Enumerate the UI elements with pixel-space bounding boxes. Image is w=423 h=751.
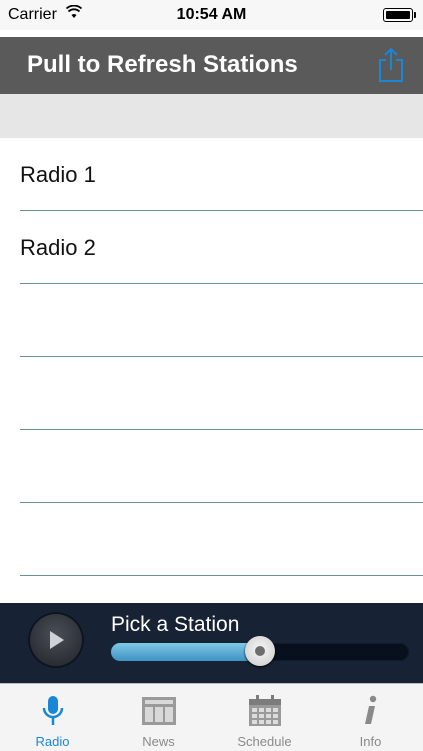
clock: 10:54 AM: [176, 6, 247, 23]
calendar-icon: [248, 695, 281, 726]
list-item[interactable]: Radio 1: [20, 138, 423, 211]
tab-label: Info: [359, 734, 382, 749]
tab-label: Schedule: [237, 734, 292, 749]
station-label: Radio 2: [20, 235, 96, 260]
newspaper-icon: [141, 697, 176, 725]
slider-fill: [111, 643, 260, 661]
page-title: Pull to Refresh Stations: [27, 51, 298, 78]
player-bar: Pick a Station: [0, 603, 423, 683]
share-icon[interactable]: [377, 47, 405, 83]
status-bar: Carrier 10:54 AM: [0, 0, 423, 30]
list-item[interactable]: [20, 284, 423, 357]
station-label: Radio 1: [20, 162, 96, 187]
play-button[interactable]: [28, 612, 84, 668]
tab-radio[interactable]: Radio: [0, 684, 105, 751]
tab-info[interactable]: Info: [318, 684, 423, 751]
station-list: Radio 1 Radio 2: [0, 138, 423, 603]
tab-label: News: [142, 734, 175, 749]
info-icon: [364, 695, 376, 724]
now-playing-label: Pick a Station: [111, 613, 240, 636]
list-item[interactable]: Radio 2: [20, 211, 423, 284]
tab-bar: Radio News Schedule Info: [0, 683, 423, 751]
refresh-area[interactable]: [0, 94, 423, 138]
tab-schedule[interactable]: Schedule: [212, 684, 317, 751]
tab-label: Radio: [35, 734, 70, 749]
microphone-icon: [42, 696, 63, 725]
battery-icon: [383, 8, 416, 22]
play-icon: [50, 631, 64, 649]
volume-slider[interactable]: [111, 636, 409, 666]
navigation-bar: Pull to Refresh Stations: [0, 37, 423, 94]
list-item[interactable]: [20, 357, 423, 430]
slider-knob[interactable]: [245, 636, 275, 666]
list-item[interactable]: [20, 430, 423, 503]
tab-news[interactable]: News: [106, 684, 211, 751]
list-item[interactable]: [20, 503, 423, 576]
